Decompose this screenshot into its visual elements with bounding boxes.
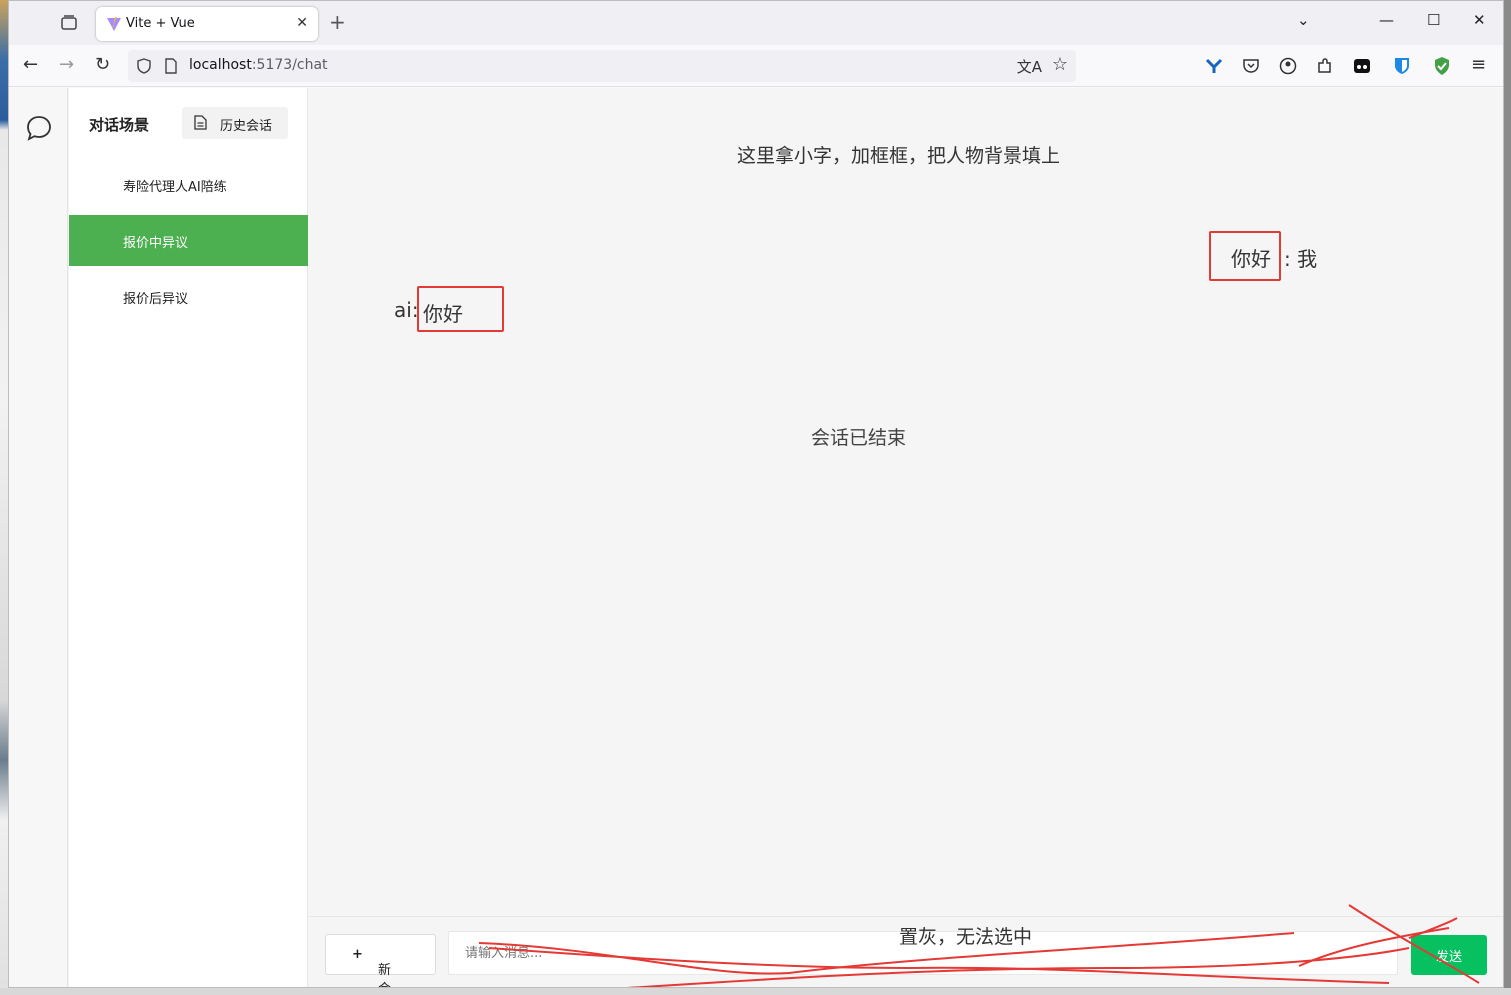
bitwarden-shield-icon[interactable] [1392,56,1412,76]
address-bar[interactable]: localhost:5173/chat 文A ☆ [128,50,1076,82]
session-ended-notice: 会话已结束 [811,427,907,449]
forward-button[interactable]: → [59,55,74,75]
scene-item-post-quote-objection[interactable]: 报价后异议 [69,271,308,322]
annotation-hint: 这里拿小字，加框框，把人物背景填上 [737,145,1061,167]
scene-item-quote-objection[interactable]: 报价中异议 [69,215,308,266]
chat-app: 对话场景 历史会话 寿险代理人AI陪练 报价中异议 报价后异议 这里拿小字，加框… [9,88,1503,987]
page-info-icon[interactable] [164,58,178,74]
taskbar-strip [0,988,1511,995]
ai-message-bubble: 你好 [417,286,504,332]
plus-icon: + [352,947,363,962]
navigation-bar: ← → ↻ localhost:5173/chat 文A ☆ ≡ [9,45,1503,87]
desktop-background [0,0,8,995]
close-window-button[interactable]: ✕ [1473,11,1486,29]
url-text: localhost:5173/chat [189,57,328,73]
translate-icon[interactable]: 文A [1017,56,1042,77]
send-button[interactable]: 发送 [1411,935,1487,975]
chat-area: 这里拿小字，加框框，把人物背景填上 你好 : 我 ai: 你好 会话已结束 [309,88,1503,916]
tracking-shield-icon[interactable] [136,58,152,74]
tab-title: Vite + Vue [126,16,195,31]
user-speaker-label: : 我 [1284,247,1318,271]
tab-close-icon[interactable]: ✕ [296,15,308,31]
sidebar-heading: 对话场景 [89,116,150,134]
icon-rail [9,88,68,987]
scene-item-label: 报价后异议 [123,292,189,307]
extension-y-icon[interactable] [1204,56,1224,76]
new-chat-label: + 新会话 [352,947,392,987]
ai-message-text: 你好 [423,302,463,326]
tab-vite-vue[interactable]: Vite + Vue ✕ [96,7,318,41]
document-icon [194,115,207,130]
reload-button[interactable]: ↻ [95,55,110,75]
pocket-icon[interactable] [1241,56,1261,76]
bookmark-star-icon[interactable]: ☆ [1052,54,1068,75]
extension-dark-icon[interactable] [1352,56,1372,76]
scene-item-life-insurance[interactable]: 寿险代理人AI陪练 [69,159,308,210]
adguard-shield-icon[interactable] [1432,56,1452,76]
chat-bubble-icon[interactable] [25,114,53,142]
history-button[interactable]: 历史会话 [182,107,288,139]
ai-speaker-label: ai: [394,298,419,322]
app-menu-icon[interactable]: ≡ [1471,55,1486,75]
scene-item-label: 报价中异议 [123,236,189,251]
back-button[interactable]: ← [23,55,38,75]
user-message-bubble: 你好 [1209,231,1281,281]
history-button-label: 历史会话 [220,119,273,134]
scene-sidebar: 对话场景 历史会话 寿险代理人AI陪练 报价中异议 报价后异议 [69,88,308,987]
new-tab-button[interactable]: + [329,12,346,32]
composer-bar: + 新会话 发送 置灰，无法选中 [309,916,1503,987]
extensions-puzzle-icon[interactable] [1315,56,1335,76]
new-chat-button[interactable]: + 新会话 [325,934,436,987]
account-icon[interactable] [1278,56,1298,76]
scene-item-label: 寿险代理人AI陪练 [123,180,227,195]
minimize-button[interactable]: — [1379,11,1394,29]
tab-overflow-icon[interactable]: ⌄ [1297,11,1310,29]
maximize-button[interactable]: ☐ [1427,11,1440,29]
user-message-text: 你好 [1231,247,1271,271]
browser-window: Vite + Vue ✕ + ⌄ — ☐ ✕ ← → ↻ localhost:5… [8,0,1504,988]
annotation-disabled-note: 置灰，无法选中 [899,926,1033,948]
vite-logo-icon [107,17,121,31]
tab-strip: Vite + Vue ✕ + ⌄ — ☐ ✕ [9,1,1503,45]
tab-list-icon[interactable] [59,13,79,33]
